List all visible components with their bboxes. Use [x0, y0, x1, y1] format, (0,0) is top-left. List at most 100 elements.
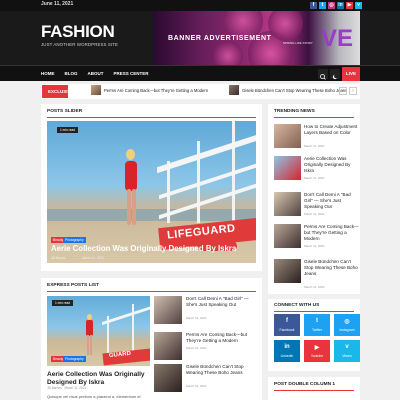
trending-item-date: March 11, 2021	[304, 144, 325, 148]
social-label: Instagram	[339, 328, 355, 332]
youtube-icon[interactable]: ▶	[346, 2, 353, 9]
trending-item-title: Don't Call Demi A "Bad Girl" — She's Jus…	[304, 192, 351, 209]
nav-item-press-center[interactable]: PRESS CENTER	[114, 71, 149, 76]
ticker-item[interactable]: Gisele Bündchen Can't Stop Wearing These…	[229, 85, 347, 95]
site-logo[interactable]: FASHION	[41, 22, 115, 42]
social-card-linkedin[interactable]: in Linkedin	[274, 340, 300, 362]
ticker-thumbnail	[229, 85, 239, 95]
linkedin-icon: in	[284, 344, 290, 350]
express-post-meta: Jill Barnes March 11, 2021	[47, 386, 86, 390]
nav-item-home[interactable]: HOME	[41, 71, 55, 76]
trending-item-date: March 11, 2021	[304, 212, 325, 216]
twitter-icon[interactable]: t	[319, 2, 326, 9]
trending-item-date: March 11, 2021	[304, 176, 325, 180]
current-date: June 11, 2021	[41, 1, 74, 7]
facebook-icon: f	[286, 318, 288, 324]
trending-item-title: How to Create Adjustment Layers Based on…	[304, 124, 358, 135]
trending-thumbnail	[274, 124, 301, 148]
post-author[interactable]: Jill Barnes	[51, 256, 66, 260]
trending-thumbnail	[274, 259, 301, 283]
list-item-date: March 11, 2021	[186, 316, 207, 320]
banner-subtext: SPRING LIFE STORY	[283, 41, 313, 45]
double-column-title: POST DOUBLE COLUMN 1	[274, 382, 336, 387]
trending-item-title: Perms Are Coming Back—but They're Gettin…	[304, 224, 359, 241]
trending-item-title: Aerie Collection Was Originally Designed…	[304, 156, 351, 173]
post-date: March 11, 2021	[64, 386, 87, 390]
category-tag[interactable]: Photography	[63, 356, 86, 362]
moon-icon	[332, 74, 338, 80]
read-time-badge: 1 min read	[52, 300, 74, 306]
social-grid: f Facebook t Twitter ◎ Instagram in Link…	[274, 314, 360, 362]
express-excerpt: Quisque vel risus pretium a placerat a, …	[47, 394, 141, 399]
section-divider	[274, 390, 354, 391]
image-sea	[47, 209, 256, 221]
list-item-title: Gisele Bündchen Can't Stop Wearing These…	[186, 364, 244, 375]
express-posts-title: EXPRESS POSTS LIST	[47, 283, 99, 288]
list-thumbnail	[154, 296, 182, 324]
banner-letters: VE	[321, 25, 354, 52]
category-tag[interactable]: Photography	[63, 237, 86, 243]
posts-slider-title: POSTS SLIDER	[47, 109, 83, 114]
section-divider	[47, 291, 256, 292]
trending-item-title: Gisele Bündchen Can't Stop Wearing These…	[304, 259, 358, 276]
ticker-thumbnail	[91, 85, 101, 95]
social-label: Vimeo	[342, 354, 352, 358]
list-item-title: Don't Call Demi A "Bad Girl" — She's Jus…	[186, 296, 249, 307]
ticker-arrows: ‹ ›	[339, 87, 357, 95]
ticker-prev-button[interactable]: ‹	[339, 87, 347, 95]
social-card-vimeo[interactable]: v Vimeo	[334, 340, 360, 362]
instagram-icon: ◎	[344, 319, 350, 325]
search-button[interactable]	[318, 69, 328, 80]
dark-mode-toggle[interactable]	[330, 69, 340, 80]
read-time-badge: 1 min read	[57, 127, 79, 133]
trending-thumbnail	[274, 156, 301, 180]
site-tagline: JUST ANOTHER WORDPRESS SITE	[41, 42, 119, 47]
list-item-title: Perms Are Coming Back—but They're Gettin…	[186, 332, 248, 343]
social-label: Linkedin	[280, 354, 294, 358]
top-bar: June 11, 2021 f t ◎ in ▶ v	[0, 0, 400, 11]
social-label: Facebook	[279, 328, 295, 332]
ticker-next-button[interactable]: ›	[349, 87, 357, 95]
live-button[interactable]: LIVE	[342, 67, 360, 81]
vimeo-icon: v	[345, 344, 349, 350]
social-label: Youtube	[310, 354, 324, 358]
nav-item-blog[interactable]: BLOG	[65, 71, 78, 76]
post-author[interactable]: Jill Barnes	[47, 386, 62, 390]
ticker-item-title: Gisele Bündchen Can't Stop Wearing These…	[242, 87, 348, 93]
search-icon	[320, 74, 326, 80]
social-card-instagram[interactable]: ◎ Instagram	[334, 314, 360, 336]
banner-advertisement[interactable]: BANNER ADVERTISEMENT SPRING LIFE STORY V…	[153, 11, 360, 65]
top-social-links: f t ◎ in ▶ v	[310, 2, 362, 9]
social-card-youtube[interactable]: ▶ Youtube	[304, 340, 330, 362]
news-ticker: EXCLUSIVE Perms Are Coming Back—but They…	[41, 84, 360, 99]
list-item-date: March 11, 2021	[186, 384, 207, 388]
trending-thumbnail	[274, 224, 301, 248]
twitter-icon: t	[316, 318, 318, 324]
ticker-label: EXCLUSIVE	[42, 85, 74, 98]
section-divider	[274, 311, 354, 312]
facebook-icon[interactable]: f	[310, 2, 317, 9]
connect-title: CONNECT WITH US	[274, 303, 320, 308]
slider-headline[interactable]: Aerie Collection Was Originally Designed…	[51, 244, 236, 253]
main-nav: HOME BLOG ABOUT PRESS CENTER LIVE	[0, 65, 400, 81]
ticker-item[interactable]: Perms Are Coming Back—but They're Gettin…	[91, 85, 208, 95]
social-label: Twitter	[312, 328, 322, 332]
post-date: March 11, 2021	[82, 256, 104, 260]
list-item-date: March 11, 2021	[186, 346, 207, 350]
social-card-twitter[interactable]: t Twitter	[304, 314, 330, 336]
ticker-item-title: Perms Are Coming Back—but They're Gettin…	[104, 87, 209, 93]
trending-item-date: March 11, 2021	[304, 285, 325, 289]
instagram-icon[interactable]: ◎	[328, 2, 335, 9]
ticker-label-text: EXCLUSIVE	[48, 89, 74, 94]
trending-item-date: March 11, 2021	[304, 244, 325, 248]
list-thumbnail	[154, 332, 182, 360]
express-headline[interactable]: Aerie Collection Was Originally Designed…	[47, 371, 151, 387]
social-card-facebook[interactable]: f Facebook	[274, 314, 300, 336]
nav-item-about[interactable]: ABOUT	[88, 71, 104, 76]
linkedin-icon[interactable]: in	[337, 2, 344, 9]
section-divider	[47, 117, 256, 118]
trending-thumbnail	[274, 192, 301, 216]
list-thumbnail	[154, 364, 182, 392]
section-divider	[274, 117, 354, 118]
vimeo-icon[interactable]: v	[355, 2, 362, 9]
